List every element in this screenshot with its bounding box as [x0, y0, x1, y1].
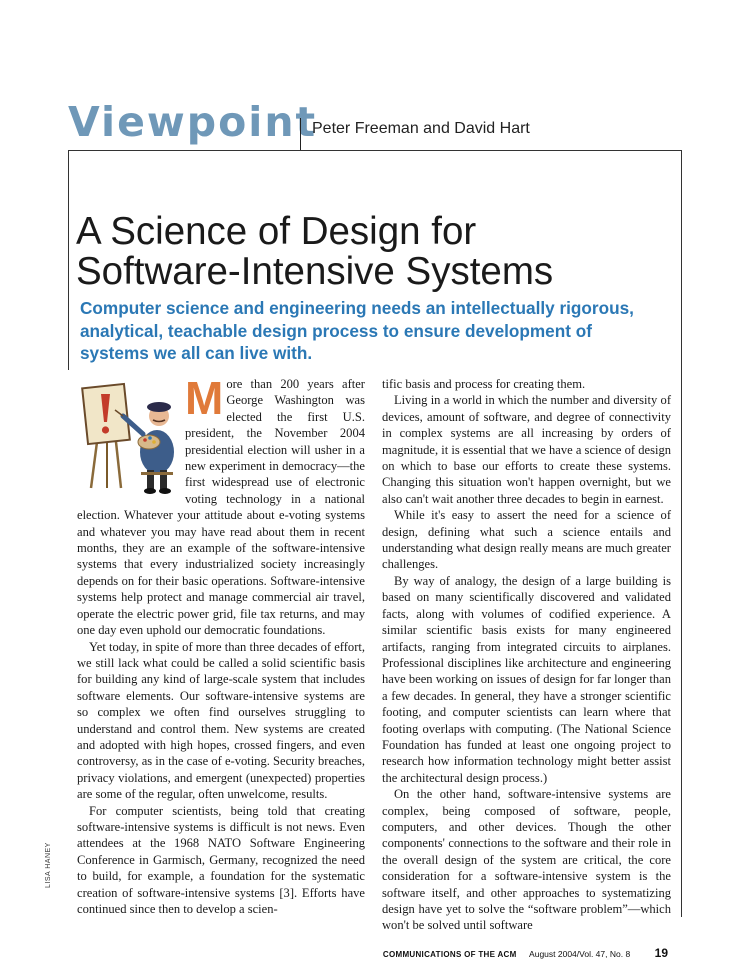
- journal-name: COMMUNICATIONS OF THE ACM: [382, 950, 517, 959]
- title-line: A Science of Design for: [76, 210, 477, 253]
- paragraph: Living in a world in which the number an…: [382, 393, 671, 506]
- section-label: Viewpoint: [68, 98, 318, 146]
- deck-line: Computer science and engineering needs a…: [80, 298, 634, 318]
- deck-line: systems we all can live with.: [80, 343, 313, 363]
- page-number: 19: [654, 946, 668, 960]
- frame-top-rule: [68, 150, 682, 151]
- article-title: A Science of Design for Software-Intensi…: [76, 212, 553, 292]
- paragraph: tific basis and process for creating the…: [382, 377, 586, 391]
- frame-right-rule: [681, 150, 682, 917]
- authors: Peter Freeman and David Hart: [312, 120, 530, 137]
- illustration-credit: LISA HANEY: [45, 842, 52, 888]
- paragraph: On the other hand, software-intensive sy…: [382, 787, 671, 933]
- issue-info: August 2004/Vol. 47, No. 8: [529, 949, 631, 959]
- painter-illustration-image: [81, 382, 174, 494]
- page-footer: COMMUNICATIONS OF THE ACM August 2004/Vo…: [383, 944, 668, 962]
- paragraph: By way of analogy, the design of a large…: [382, 573, 671, 785]
- title-line: Software-Intensive Systems: [76, 250, 554, 293]
- header-divider: [300, 118, 301, 150]
- column-left: More than 200 years after George Washing…: [77, 372, 366, 917]
- paragraph: While it's easy to assert the need for a…: [382, 508, 671, 572]
- deck: Computer science and engineering needs a…: [80, 297, 660, 365]
- column-right: tific basis and process for creating the…: [382, 376, 671, 934]
- paragraph: Yet today, in spite of more than three d…: [77, 639, 366, 802]
- illustration-painter: [77, 376, 185, 498]
- deck-line: analytical, teachable design process to …: [80, 320, 592, 341]
- paragraph: For computer scientists, being told that…: [77, 803, 365, 916]
- drop-cap: M: [185, 372, 224, 424]
- frame-left-rule: [68, 150, 69, 370]
